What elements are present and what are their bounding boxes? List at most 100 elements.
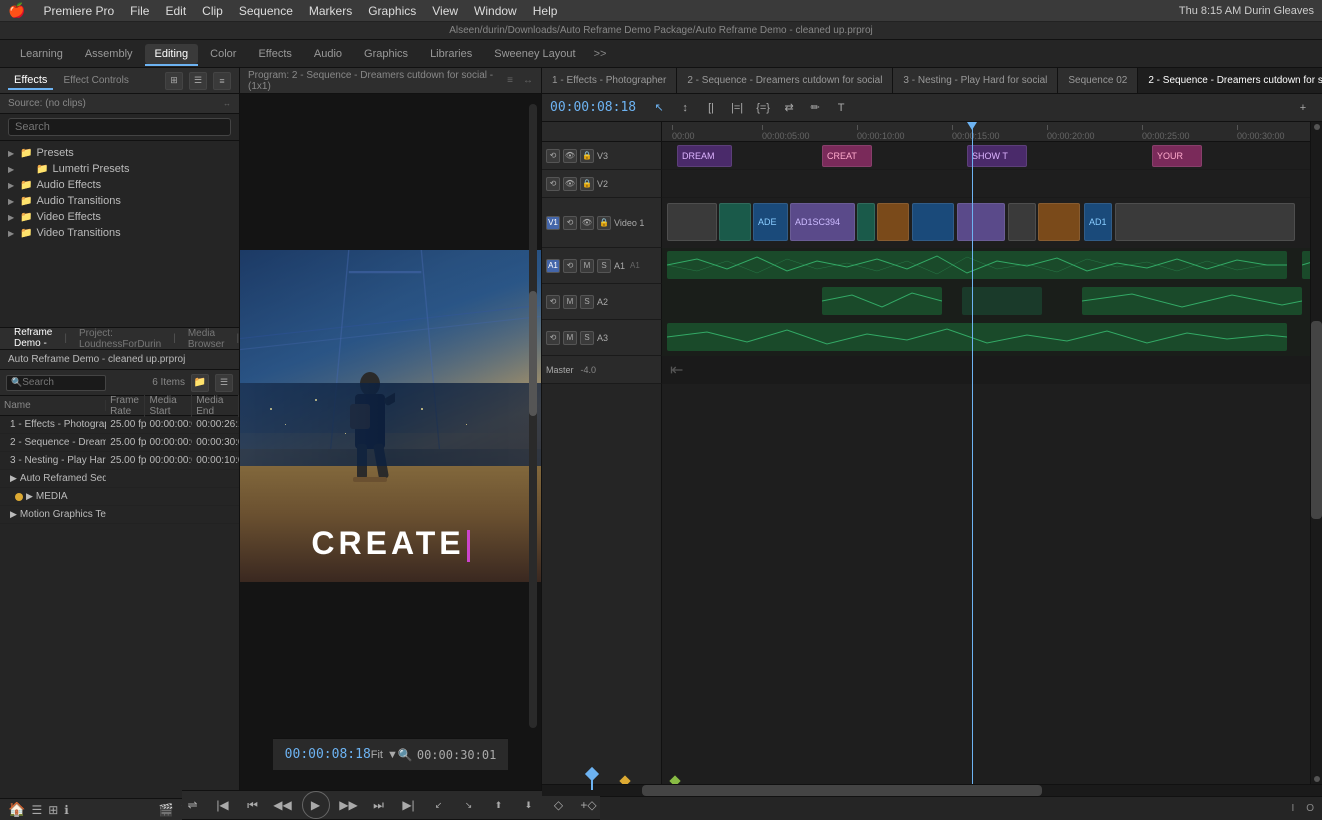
timeline-vscroll[interactable]	[1310, 122, 1322, 784]
effects-item-video-fx[interactable]: ▶ 📁 Video Effects	[0, 209, 239, 225]
apple-menu[interactable]: 🍎	[8, 2, 25, 19]
btn-markers[interactable]: ◇	[548, 794, 570, 816]
ws-tab-learning[interactable]: Learning	[10, 44, 73, 64]
ws-tab-audio[interactable]: Audio	[304, 44, 352, 64]
v3-sync-btn[interactable]: ⟲	[546, 149, 560, 163]
btn-insert[interactable]: ↙	[428, 794, 450, 816]
clip-creat[interactable]: CREAT	[822, 145, 872, 167]
clip-v1-9[interactable]	[1038, 203, 1080, 241]
effects-item-audio-trans[interactable]: ▶ 📁 Audio Transitions	[0, 193, 239, 209]
project-new-item-icon[interactable]: 🎬	[159, 803, 174, 817]
menu-clip[interactable]: Clip	[194, 2, 231, 20]
tl-tool-pen[interactable]: ✏	[804, 97, 826, 119]
project-new-bin[interactable]: 📁	[191, 374, 209, 392]
v1-sync[interactable]: ⟲	[563, 216, 577, 230]
ws-tab-sweeney[interactable]: Sweeney Layout	[484, 44, 585, 64]
program-menu-icon[interactable]: ≡	[507, 75, 513, 86]
v2-lock[interactable]: 🔒	[580, 177, 594, 191]
a2-solo[interactable]: S	[580, 295, 594, 309]
btn-go-start[interactable]: ⏮	[242, 794, 264, 816]
menu-help[interactable]: Help	[525, 2, 566, 20]
v1-active[interactable]: V1	[546, 216, 560, 230]
btn-ffwd[interactable]: ▶▶	[338, 794, 360, 816]
tl-tool-type[interactable]: T	[830, 97, 852, 119]
v3-eye[interactable]: 👁	[563, 149, 577, 163]
menu-window[interactable]: Window	[466, 2, 525, 20]
project-list-view[interactable]: ☰	[215, 374, 233, 392]
menu-premiere-pro[interactable]: Premiere Pro	[35, 2, 122, 20]
clip-v1-5[interactable]	[877, 203, 909, 241]
monitor-fit-selector[interactable]: Fit ▼	[371, 749, 398, 761]
tl-add-track[interactable]: +	[1292, 97, 1314, 119]
btn-play[interactable]: ▶	[302, 791, 330, 819]
effects-icon-grid[interactable]: ⊞	[165, 72, 183, 90]
a1-active[interactable]: A1	[546, 259, 560, 273]
audio-clip-a2-0[interactable]	[822, 287, 942, 315]
btn-go-end[interactable]: ⏭	[368, 794, 390, 816]
tl-tool-slip[interactable]: {=}	[752, 97, 774, 119]
effects-icon-list[interactable]: ☰	[189, 72, 207, 90]
effects-item-presets[interactable]: ▶ 📁 Presets	[0, 145, 239, 161]
vscroll-bottom-btn[interactable]	[1314, 776, 1320, 782]
project-home-icon[interactable]: 🏠	[8, 801, 25, 818]
project-item-2[interactable]: 3 - Nesting - Play Hard for social 25.00…	[0, 452, 239, 470]
tl-tool-selection[interactable]: ↖	[648, 97, 670, 119]
clip-v1-10[interactable]: AD1	[1084, 203, 1112, 241]
clip-v1-3[interactable]: AD1SC394	[790, 203, 855, 241]
btn-step-fwd[interactable]: ▶|	[398, 794, 420, 816]
timeline-ruler[interactable]: 00:00 00:00:05:00 00:00:10:00 00:00:15:0…	[662, 122, 1322, 142]
tl-tool-rolling[interactable]: |=|	[726, 97, 748, 119]
project-search[interactable]	[22, 377, 102, 388]
effects-tab[interactable]: Effects	[8, 72, 53, 90]
menu-sequence[interactable]: Sequence	[231, 2, 301, 20]
btn-lift[interactable]: ⬇	[518, 794, 540, 816]
a3-sync[interactable]: ⟲	[546, 331, 560, 345]
a1-mute[interactable]: M	[580, 259, 594, 273]
clip-v1-6[interactable]	[912, 203, 954, 241]
clip-v1-1[interactable]	[719, 203, 751, 241]
menu-markers[interactable]: Markers	[301, 2, 360, 20]
project-tab-loudness[interactable]: Project: LoudnessForDurin	[73, 328, 167, 350]
project-item-5[interactable]: ▶ Motion Graphics Template Media	[0, 506, 239, 524]
tl-tab-2[interactable]: 3 - Nesting - Play Hard for social	[893, 68, 1058, 93]
a3-mute[interactable]: M	[563, 331, 577, 345]
a1-solo[interactable]: S	[597, 259, 611, 273]
tl-tool-ripple[interactable]: [|	[700, 97, 722, 119]
clip-your[interactable]: YOUR	[1152, 145, 1202, 167]
clip-v1-0[interactable]	[667, 203, 717, 241]
effect-controls-tab[interactable]: Effect Controls	[57, 73, 134, 88]
menu-graphics[interactable]: Graphics	[360, 2, 424, 20]
v1-lock[interactable]: 🔒	[597, 216, 611, 230]
project-item-3[interactable]: ▶ Auto Reframed Sequences	[0, 470, 239, 488]
a3-solo[interactable]: S	[580, 331, 594, 345]
project-view-icon[interactable]: ☰	[31, 803, 42, 817]
effects-item-audio-fx[interactable]: ▶ 📁 Audio Effects	[0, 177, 239, 193]
clip-v1-11[interactable]	[1115, 203, 1295, 241]
clip-v1-4[interactable]	[857, 203, 875, 241]
clip-v1-2[interactable]: ADE	[753, 203, 788, 241]
tl-tab-3[interactable]: Sequence 02	[1058, 68, 1138, 93]
project-tab-main[interactable]: Project: Auto Reframe Demo - cleaned up	[8, 328, 58, 350]
v2-sync-btn[interactable]: ⟲	[546, 177, 560, 191]
a2-sync[interactable]: ⟲	[546, 295, 560, 309]
btn-add-marker[interactable]: +◇	[578, 794, 600, 816]
btn-step-back[interactable]: |◀	[212, 794, 234, 816]
btn-loop[interactable]: ⇌	[182, 794, 204, 816]
track-a2-content[interactable]	[662, 284, 1322, 320]
menu-file[interactable]: File	[122, 2, 157, 20]
project-item-4[interactable]: ▶ MEDIA	[0, 488, 239, 506]
clip-v1-7[interactable]	[957, 203, 1005, 241]
effects-icon-filter[interactable]: ≡	[213, 72, 231, 90]
project-tab-browser[interactable]: Media Browser	[182, 328, 231, 350]
effects-item-lumetri[interactable]: ▶ 📁 Lumetri Presets	[0, 161, 239, 177]
ws-tab-editing[interactable]: Editing	[145, 44, 199, 64]
vscroll-top-btn[interactable]	[1314, 124, 1320, 130]
v2-eye[interactable]: 👁	[563, 177, 577, 191]
project-item-1[interactable]: 2 - Sequence - Dreamers cutdown for s 25…	[0, 434, 239, 452]
track-a3-content[interactable]	[662, 320, 1322, 356]
track-v3-content[interactable]: DREAM CREAT SHOW T YOUR	[662, 142, 1322, 169]
ws-tab-color[interactable]: Color	[200, 44, 246, 64]
ws-tab-graphics[interactable]: Graphics	[354, 44, 418, 64]
track-master-content[interactable]: ⇤	[662, 356, 1322, 383]
timeline-hscroll[interactable]	[542, 784, 1322, 796]
